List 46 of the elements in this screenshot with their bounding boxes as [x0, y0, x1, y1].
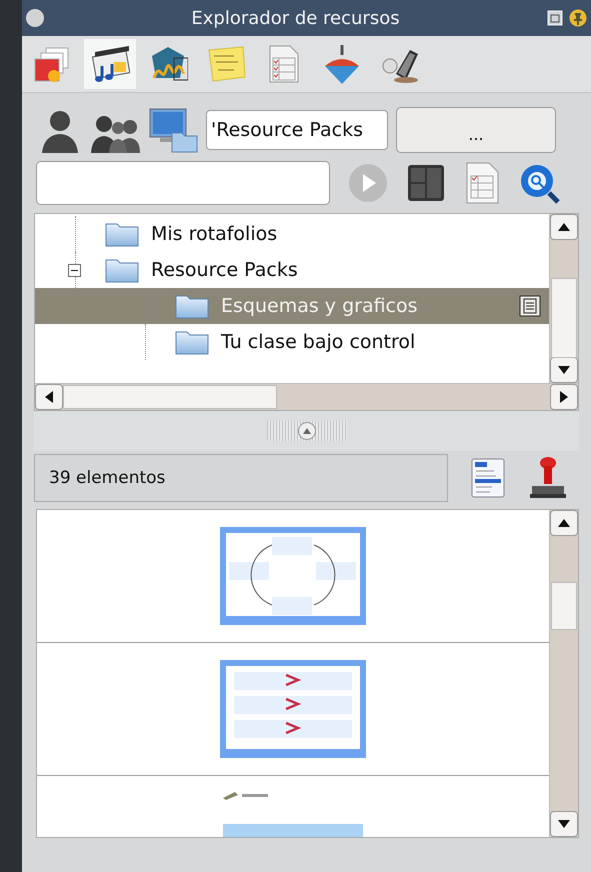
scroll-thumb[interactable]	[551, 278, 577, 358]
scroll-down-button[interactable]	[550, 811, 578, 837]
folder-icon	[175, 293, 209, 319]
document-icon[interactable]	[464, 162, 500, 204]
pin-icon[interactable]	[569, 9, 587, 27]
folder-icon	[105, 221, 139, 247]
tree-item[interactable]: Tu clase bajo control	[35, 324, 549, 360]
scroll-up-button[interactable]	[550, 214, 578, 240]
path-field[interactable]: 'Resource Packs	[206, 110, 388, 150]
item-count: 39 elementos	[34, 454, 448, 502]
browse-button[interactable]: ...	[396, 107, 556, 153]
collapse-icon[interactable]	[68, 264, 81, 277]
close-icon[interactable]	[26, 9, 44, 27]
folder-label: Tu clase bajo control	[221, 331, 416, 353]
tree-item[interactable]: Mis rotafolios	[35, 216, 549, 252]
toolbar-tab[interactable]	[84, 39, 136, 89]
horizontal-scrollbar[interactable]	[35, 383, 578, 410]
sticky-note-icon	[206, 44, 246, 84]
film-music-icon	[90, 44, 130, 84]
tree-item[interactable]: Resource Packs	[35, 252, 549, 288]
splitter-handle[interactable]	[266, 421, 346, 441]
menu-icon[interactable]	[519, 295, 541, 317]
scroll-left-button[interactable]	[35, 384, 63, 410]
vertical-scrollbar[interactable]	[549, 510, 578, 837]
list-icon[interactable]	[470, 457, 506, 499]
folder-label: Esquemas y graficos	[221, 295, 419, 317]
search-icon[interactable]	[518, 162, 560, 204]
scroll-right-button[interactable]	[550, 384, 578, 410]
stamp-icon[interactable]	[528, 456, 568, 500]
folder-icon	[175, 329, 209, 355]
window-title: Explorador de recursos	[190, 8, 401, 28]
scroll-up-button[interactable]	[550, 510, 578, 536]
folder-label: Mis rotafolios	[151, 223, 278, 245]
scroll-down-button[interactable]	[550, 357, 578, 383]
vertical-scrollbar[interactable]	[549, 214, 578, 383]
slide-thumbnail[interactable]	[220, 660, 366, 758]
computer-folder-icon[interactable]	[148, 107, 198, 153]
scroll-thumb[interactable]	[551, 582, 577, 630]
slide-thumbnail[interactable]	[220, 527, 366, 625]
dock-icon[interactable]	[547, 10, 563, 26]
calculator-icon[interactable]	[406, 163, 446, 203]
search-field[interactable]	[36, 161, 330, 205]
folder-label: Resource Packs	[151, 259, 299, 281]
scroll-thumb[interactable]	[63, 385, 278, 409]
spinning-top-icon	[322, 44, 362, 84]
folder-icon	[105, 257, 139, 283]
